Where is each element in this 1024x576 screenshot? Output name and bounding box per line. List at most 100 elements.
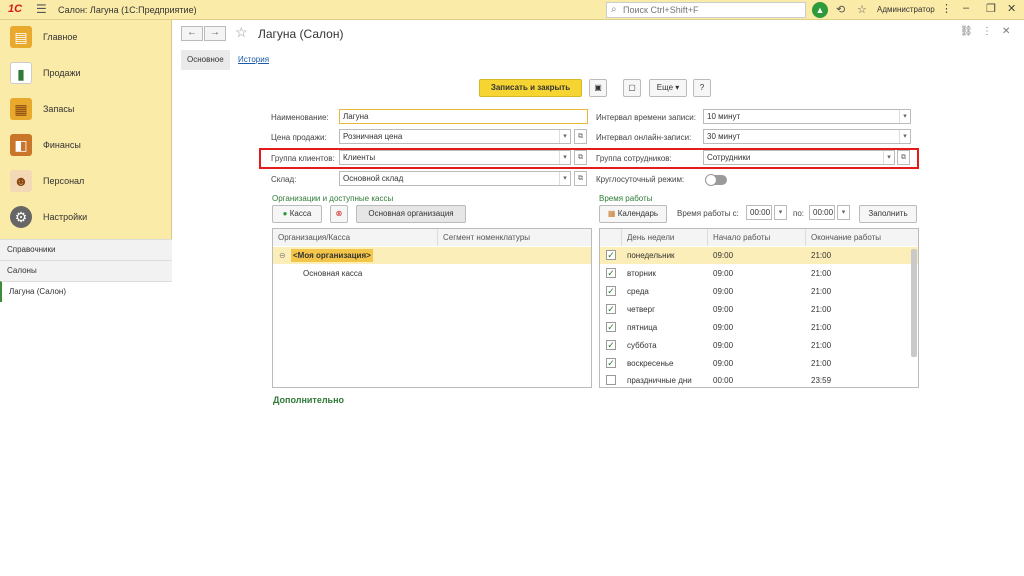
history-icon[interactable]: ⟲ xyxy=(836,3,845,16)
open-price-type-icon[interactable]: ⧉ xyxy=(574,129,587,144)
sidebar-item-label: Главное xyxy=(43,32,78,42)
link-icon[interactable]: ⛓ xyxy=(960,26,973,37)
table-row[interactable]: ⊖ <Моя организация> xyxy=(273,247,591,264)
table-row[interactable]: ✓ пятница 09:00 21:00 xyxy=(600,319,918,336)
forward-button[interactable]: → xyxy=(204,26,226,41)
table-row[interactable]: ✓ среда 09:00 21:00 xyxy=(600,283,918,300)
schedule-table: День недели Начало работы Окончание рабо… xyxy=(599,228,919,388)
column-header[interactable]: День недели xyxy=(622,229,708,246)
column-header[interactable]: Окончание работы xyxy=(806,229,918,246)
end-time: 21:00 xyxy=(811,323,832,332)
online-interval-value: 30 минут xyxy=(707,132,741,141)
warehouse-value: Основной склад xyxy=(343,174,404,183)
maximize-icon[interactable]: ❐ xyxy=(986,2,996,15)
table-row[interactable]: праздничные дни 00:00 23:59 xyxy=(600,372,918,389)
day-checkbox[interactable]: ✓ xyxy=(606,286,616,296)
chart-icon: ▮ xyxy=(10,62,32,84)
save-icon[interactable]: ▣ xyxy=(589,79,607,97)
current-user[interactable]: Администратор xyxy=(877,5,935,14)
more-icon[interactable]: ⋮ xyxy=(982,26,992,37)
minimize-icon[interactable]: – xyxy=(963,2,969,14)
scrollbar[interactable] xyxy=(911,249,917,357)
day-checkbox[interactable]: ✓ xyxy=(606,250,616,260)
add-cash-button[interactable]: ● Касса xyxy=(272,205,322,223)
day-checkbox[interactable]: ✓ xyxy=(606,358,616,368)
day-checkbox[interactable]: ✓ xyxy=(606,340,616,350)
favorite-star-icon[interactable]: ☆ xyxy=(235,24,248,41)
open-warehouse-icon[interactable]: ⧉ xyxy=(574,171,587,186)
start-time: 00:00 xyxy=(713,376,734,385)
start-time: 09:00 xyxy=(713,341,734,350)
column-header[interactable]: Начало работы xyxy=(708,229,806,246)
sidebar-item-sales[interactable]: ▮ Продажи xyxy=(0,56,172,92)
chevron-down-icon[interactable]: ▾ xyxy=(899,110,910,123)
column-header[interactable]: Организация/Касса xyxy=(273,229,438,246)
nav-link-current-salon[interactable]: Лагуна (Салон) xyxy=(0,281,172,302)
notifications-icon[interactable]: ▲ xyxy=(812,2,828,18)
sidebar-item-finance[interactable]: ◧ Финансы xyxy=(0,128,172,164)
work-from-field[interactable]: 00:00 xyxy=(746,205,772,220)
sidebar-item-staff[interactable]: ☻ Персонал xyxy=(0,164,172,200)
chevron-down-icon[interactable]: ▾ xyxy=(559,172,570,185)
help-button[interactable]: ? xyxy=(693,79,711,97)
sidebar-item-main[interactable]: ▤ Главное xyxy=(0,20,172,56)
table-row[interactable]: ✓ четверг 09:00 21:00 xyxy=(600,301,918,318)
collapse-icon[interactable]: ⊖ xyxy=(279,247,286,264)
sidebar-item-settings[interactable]: ⚙ Настройки xyxy=(0,200,172,236)
back-button[interactable]: ← xyxy=(181,26,203,41)
start-time: 09:00 xyxy=(713,305,734,314)
online-interval-field[interactable]: 30 минут ▾ xyxy=(703,129,911,144)
nav-link-catalogs[interactable]: Справочники xyxy=(0,239,172,260)
day-name: среда xyxy=(627,287,649,296)
close-form-icon[interactable]: ✕ xyxy=(1002,26,1010,37)
booking-interval-field[interactable]: 10 минут ▾ xyxy=(703,109,911,124)
additional-section-link[interactable]: Дополнительно xyxy=(273,395,344,405)
global-search[interactable]: ⌕ xyxy=(606,2,806,18)
table-row[interactable]: ✓ суббота 09:00 21:00 xyxy=(600,337,918,354)
nav-link-salons[interactable]: Салоны xyxy=(0,260,172,281)
menu-icon[interactable]: ☰ xyxy=(36,2,47,16)
booking-interval-value: 10 минут xyxy=(707,112,741,121)
main-organization-button[interactable]: Основная организация xyxy=(356,205,466,223)
check-column-header[interactable] xyxy=(600,229,622,246)
table-row[interactable]: Основная касса xyxy=(273,265,591,282)
price-type-field[interactable]: Розничная цена ▾ xyxy=(339,129,571,144)
end-time: 23:59 xyxy=(811,376,832,385)
work-to-field[interactable]: 00:00 xyxy=(809,205,835,220)
org-name: <Моя организация> xyxy=(291,249,373,262)
day-checkbox[interactable]: ✓ xyxy=(606,268,616,278)
calendar-button[interactable]: ▦ Календарь xyxy=(599,205,667,223)
online-interval-label: Интервал онлайн-записи: xyxy=(596,133,692,142)
close-icon[interactable]: ✕ xyxy=(1007,2,1016,15)
more-actions-button[interactable]: Еще ▾ xyxy=(649,79,687,97)
fill-button[interactable]: Заполнить xyxy=(859,205,917,223)
day-checkbox[interactable]: ✓ xyxy=(606,322,616,332)
end-time: 21:00 xyxy=(811,251,832,260)
tab-main[interactable]: Основное xyxy=(181,50,230,70)
table-row[interactable]: ✓ вторник 09:00 21:00 xyxy=(600,265,918,282)
1c-logo: 1С xyxy=(8,3,23,15)
name-field[interactable]: Лагуна xyxy=(339,109,588,124)
column-header[interactable]: Сегмент номенклатуры xyxy=(438,229,591,246)
print-icon[interactable]: ▢ xyxy=(623,79,641,97)
chevron-down-icon[interactable]: ▾ xyxy=(774,205,787,220)
favorites-icon[interactable]: ☆ xyxy=(857,3,867,16)
round-clock-toggle[interactable] xyxy=(705,174,727,186)
day-checkbox[interactable] xyxy=(606,375,616,385)
table-row[interactable]: ✓ воскресенье 09:00 21:00 xyxy=(600,355,918,372)
table-row[interactable]: ✓ понедельник 09:00 21:00 xyxy=(600,247,918,264)
chevron-down-icon[interactable]: ▾ xyxy=(559,130,570,143)
boxes-icon: ▦ xyxy=(10,98,32,120)
chevron-down-icon[interactable]: ▾ xyxy=(837,205,850,220)
end-time: 21:00 xyxy=(811,359,832,368)
save-and-close-button[interactable]: Записать и закрыть xyxy=(479,79,582,97)
delete-icon[interactable]: ⊗ xyxy=(330,205,348,223)
chevron-down-icon[interactable]: ▾ xyxy=(899,130,910,143)
warehouse-field[interactable]: Основной склад ▾ xyxy=(339,171,571,186)
tab-history[interactable]: История xyxy=(232,50,275,70)
settings-menu-icon[interactable]: ⋮ xyxy=(941,2,952,15)
sidebar-item-stock[interactable]: ▦ Запасы xyxy=(0,92,172,128)
search-input[interactable] xyxy=(623,4,803,16)
day-name: четверг xyxy=(627,305,655,314)
day-checkbox[interactable]: ✓ xyxy=(606,304,616,314)
